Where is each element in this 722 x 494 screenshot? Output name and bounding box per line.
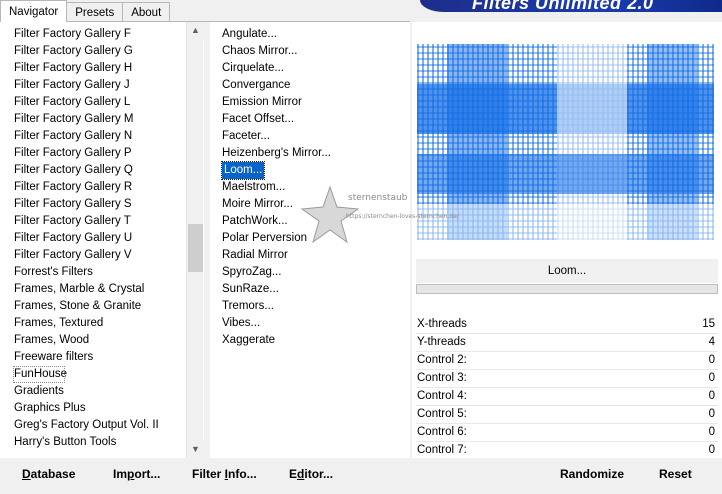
category-item[interactable]: Filter Factory Gallery J: [0, 77, 186, 94]
filter-item[interactable]: SpyroZag...: [220, 264, 331, 281]
editor-button[interactable]: Editor...: [289, 467, 333, 481]
control-label: Control 3:: [417, 372, 467, 384]
filter-item[interactable]: Facet Offset...: [220, 111, 331, 128]
filter-item[interactable]: Emission Mirror: [220, 94, 331, 111]
tab-navigator[interactable]: Navigator: [0, 0, 68, 22]
category-item[interactable]: Filter Factory Gallery V: [0, 247, 186, 264]
control-value[interactable]: 0: [709, 442, 715, 459]
control-value[interactable]: 4: [709, 334, 715, 351]
filter-item-selected[interactable]: Loom...: [220, 161, 266, 180]
control-label: Control 7:: [417, 444, 467, 456]
category-item[interactable]: Filter Factory Gallery S: [0, 196, 186, 213]
filter-item[interactable]: SunRaze...: [220, 281, 331, 298]
reset-button[interactable]: Reset: [659, 467, 692, 481]
category-item[interactable]: FunHouse: [13, 366, 67, 383]
filter-item[interactable]: Tremors...: [220, 298, 331, 315]
tab-strip: Navigator Presets About: [0, 0, 171, 22]
filter-item[interactable]: Angulate...: [220, 26, 331, 43]
filter-item[interactable]: Radial Mirror: [220, 247, 331, 264]
category-item[interactable]: Graphics Plus: [0, 400, 186, 417]
filter-item[interactable]: Maelstrom...: [220, 179, 331, 196]
filter-item[interactable]: Convergance: [220, 77, 331, 94]
category-item[interactable]: Filter Factory Gallery G: [0, 43, 186, 60]
scroll-down-icon[interactable]: ▼: [187, 441, 204, 458]
control-label: Control 4:: [417, 390, 467, 402]
category-item[interactable]: Frames, Stone & Granite: [0, 298, 186, 315]
category-item[interactable]: Frames, Marble & Crystal: [0, 281, 186, 298]
filter-list-panel: Angulate... Chaos Mirror... Cirquelate... C…: [210, 22, 410, 458]
category-item[interactable]: Frames, Wood: [0, 332, 186, 349]
preview-image: [417, 44, 714, 240]
control-value[interactable]: 0: [709, 424, 715, 441]
scroll-thumb[interactable]: [188, 224, 203, 272]
category-item[interactable]: Filter Factory Gallery M: [0, 111, 186, 128]
control-label: X-threads: [417, 318, 467, 330]
control-row[interactable]: X-threads 15: [416, 316, 718, 334]
preview-panel: Loom... X-threads 15 Y-threads 4 Control 2: 0…: [412, 22, 722, 460]
tab-about[interactable]: About: [122, 2, 171, 22]
bottom-button-bar: Database Import... Filter Info... Editor…: [0, 458, 722, 494]
filter-name-button[interactable]: Loom...: [416, 259, 718, 283]
control-value[interactable]: 0: [709, 352, 715, 369]
category-item[interactable]: Harry's Button Tools: [0, 434, 186, 451]
control-value[interactable]: 0: [709, 370, 715, 387]
filter-item[interactable]: Cirquelate...: [220, 60, 331, 77]
category-item[interactable]: Filter Factory Gallery F: [0, 26, 186, 43]
category-item[interactable]: Forrest's Filters: [0, 264, 186, 281]
filter-item[interactable]: Polar Perversion: [220, 230, 331, 247]
scroll-up-icon[interactable]: ▲: [187, 22, 204, 39]
control-label: Control 5:: [417, 408, 467, 420]
control-label: Control 2:: [417, 354, 467, 366]
category-item[interactable]: Frames, Textured: [0, 315, 186, 332]
category-item[interactable]: Filter Factory Gallery N: [0, 128, 186, 145]
category-item[interactable]: Filter Factory Gallery Q: [0, 162, 186, 179]
category-item[interactable]: Filter Factory Gallery T: [0, 213, 186, 230]
control-label: Control 6:: [417, 426, 467, 438]
control-row[interactable]: Control 5: 0: [416, 406, 718, 424]
control-row[interactable]: Control 3: 0: [416, 370, 718, 388]
filter-list[interactable]: Angulate... Chaos Mirror... Cirquelate... C…: [220, 26, 331, 349]
database-button[interactable]: Database: [22, 467, 75, 481]
category-item[interactable]: Filter Factory Gallery H: [0, 60, 186, 77]
filter-item[interactable]: Chaos Mirror...: [220, 43, 331, 60]
control-value[interactable]: 0: [709, 388, 715, 405]
progress-bar: [416, 284, 718, 294]
controls-list: X-threads 15 Y-threads 4 Control 2: 0 Control …: [416, 316, 718, 460]
filter-item[interactable]: Heizenberg's Mirror...: [220, 145, 331, 162]
category-item[interactable]: Gradients: [0, 383, 186, 400]
control-label: Y-threads: [417, 336, 466, 348]
control-row[interactable]: Control 2: 0: [416, 352, 718, 370]
control-value[interactable]: 15: [702, 316, 715, 333]
filter-item[interactable]: PatchWork...: [220, 213, 331, 230]
control-row[interactable]: Y-threads 4: [416, 334, 718, 352]
filter-item[interactable]: Xaggerate: [220, 332, 331, 349]
tab-presets[interactable]: Presets: [66, 2, 124, 22]
randomize-button[interactable]: Randomize: [560, 467, 624, 481]
filter-info-button[interactable]: Filter Info...: [192, 467, 257, 481]
category-item[interactable]: Freeware filters: [0, 349, 186, 366]
category-list-panel: Filter Factory Gallery F Filter Factory G…: [0, 22, 204, 458]
category-item[interactable]: Greg's Factory Output Vol. II: [0, 417, 186, 434]
control-value[interactable]: 0: [709, 406, 715, 423]
control-row[interactable]: Control 6: 0: [416, 424, 718, 442]
filter-item[interactable]: Moire Mirror...: [220, 196, 331, 213]
filter-item[interactable]: Loom...: [220, 161, 331, 180]
category-list[interactable]: Filter Factory Gallery F Filter Factory G…: [0, 26, 186, 451]
app-title: Filters Unlimited 2.0: [472, 0, 654, 12]
category-item[interactable]: Filter Factory Gallery R: [0, 179, 186, 196]
filter-item[interactable]: Faceter...: [220, 128, 331, 145]
category-item[interactable]: Filter Factory Gallery P: [0, 145, 186, 162]
import-button[interactable]: Import...: [113, 467, 160, 481]
category-scrollbar[interactable]: ▲ ▼: [186, 22, 204, 458]
category-item[interactable]: Filter Factory Gallery L: [0, 94, 186, 111]
filter-item[interactable]: Vibes...: [220, 315, 331, 332]
app-banner: Filters Unlimited 2.0: [420, 0, 722, 12]
category-item[interactable]: Filter Factory Gallery U: [0, 230, 186, 247]
control-row[interactable]: Control 4: 0: [416, 388, 718, 406]
